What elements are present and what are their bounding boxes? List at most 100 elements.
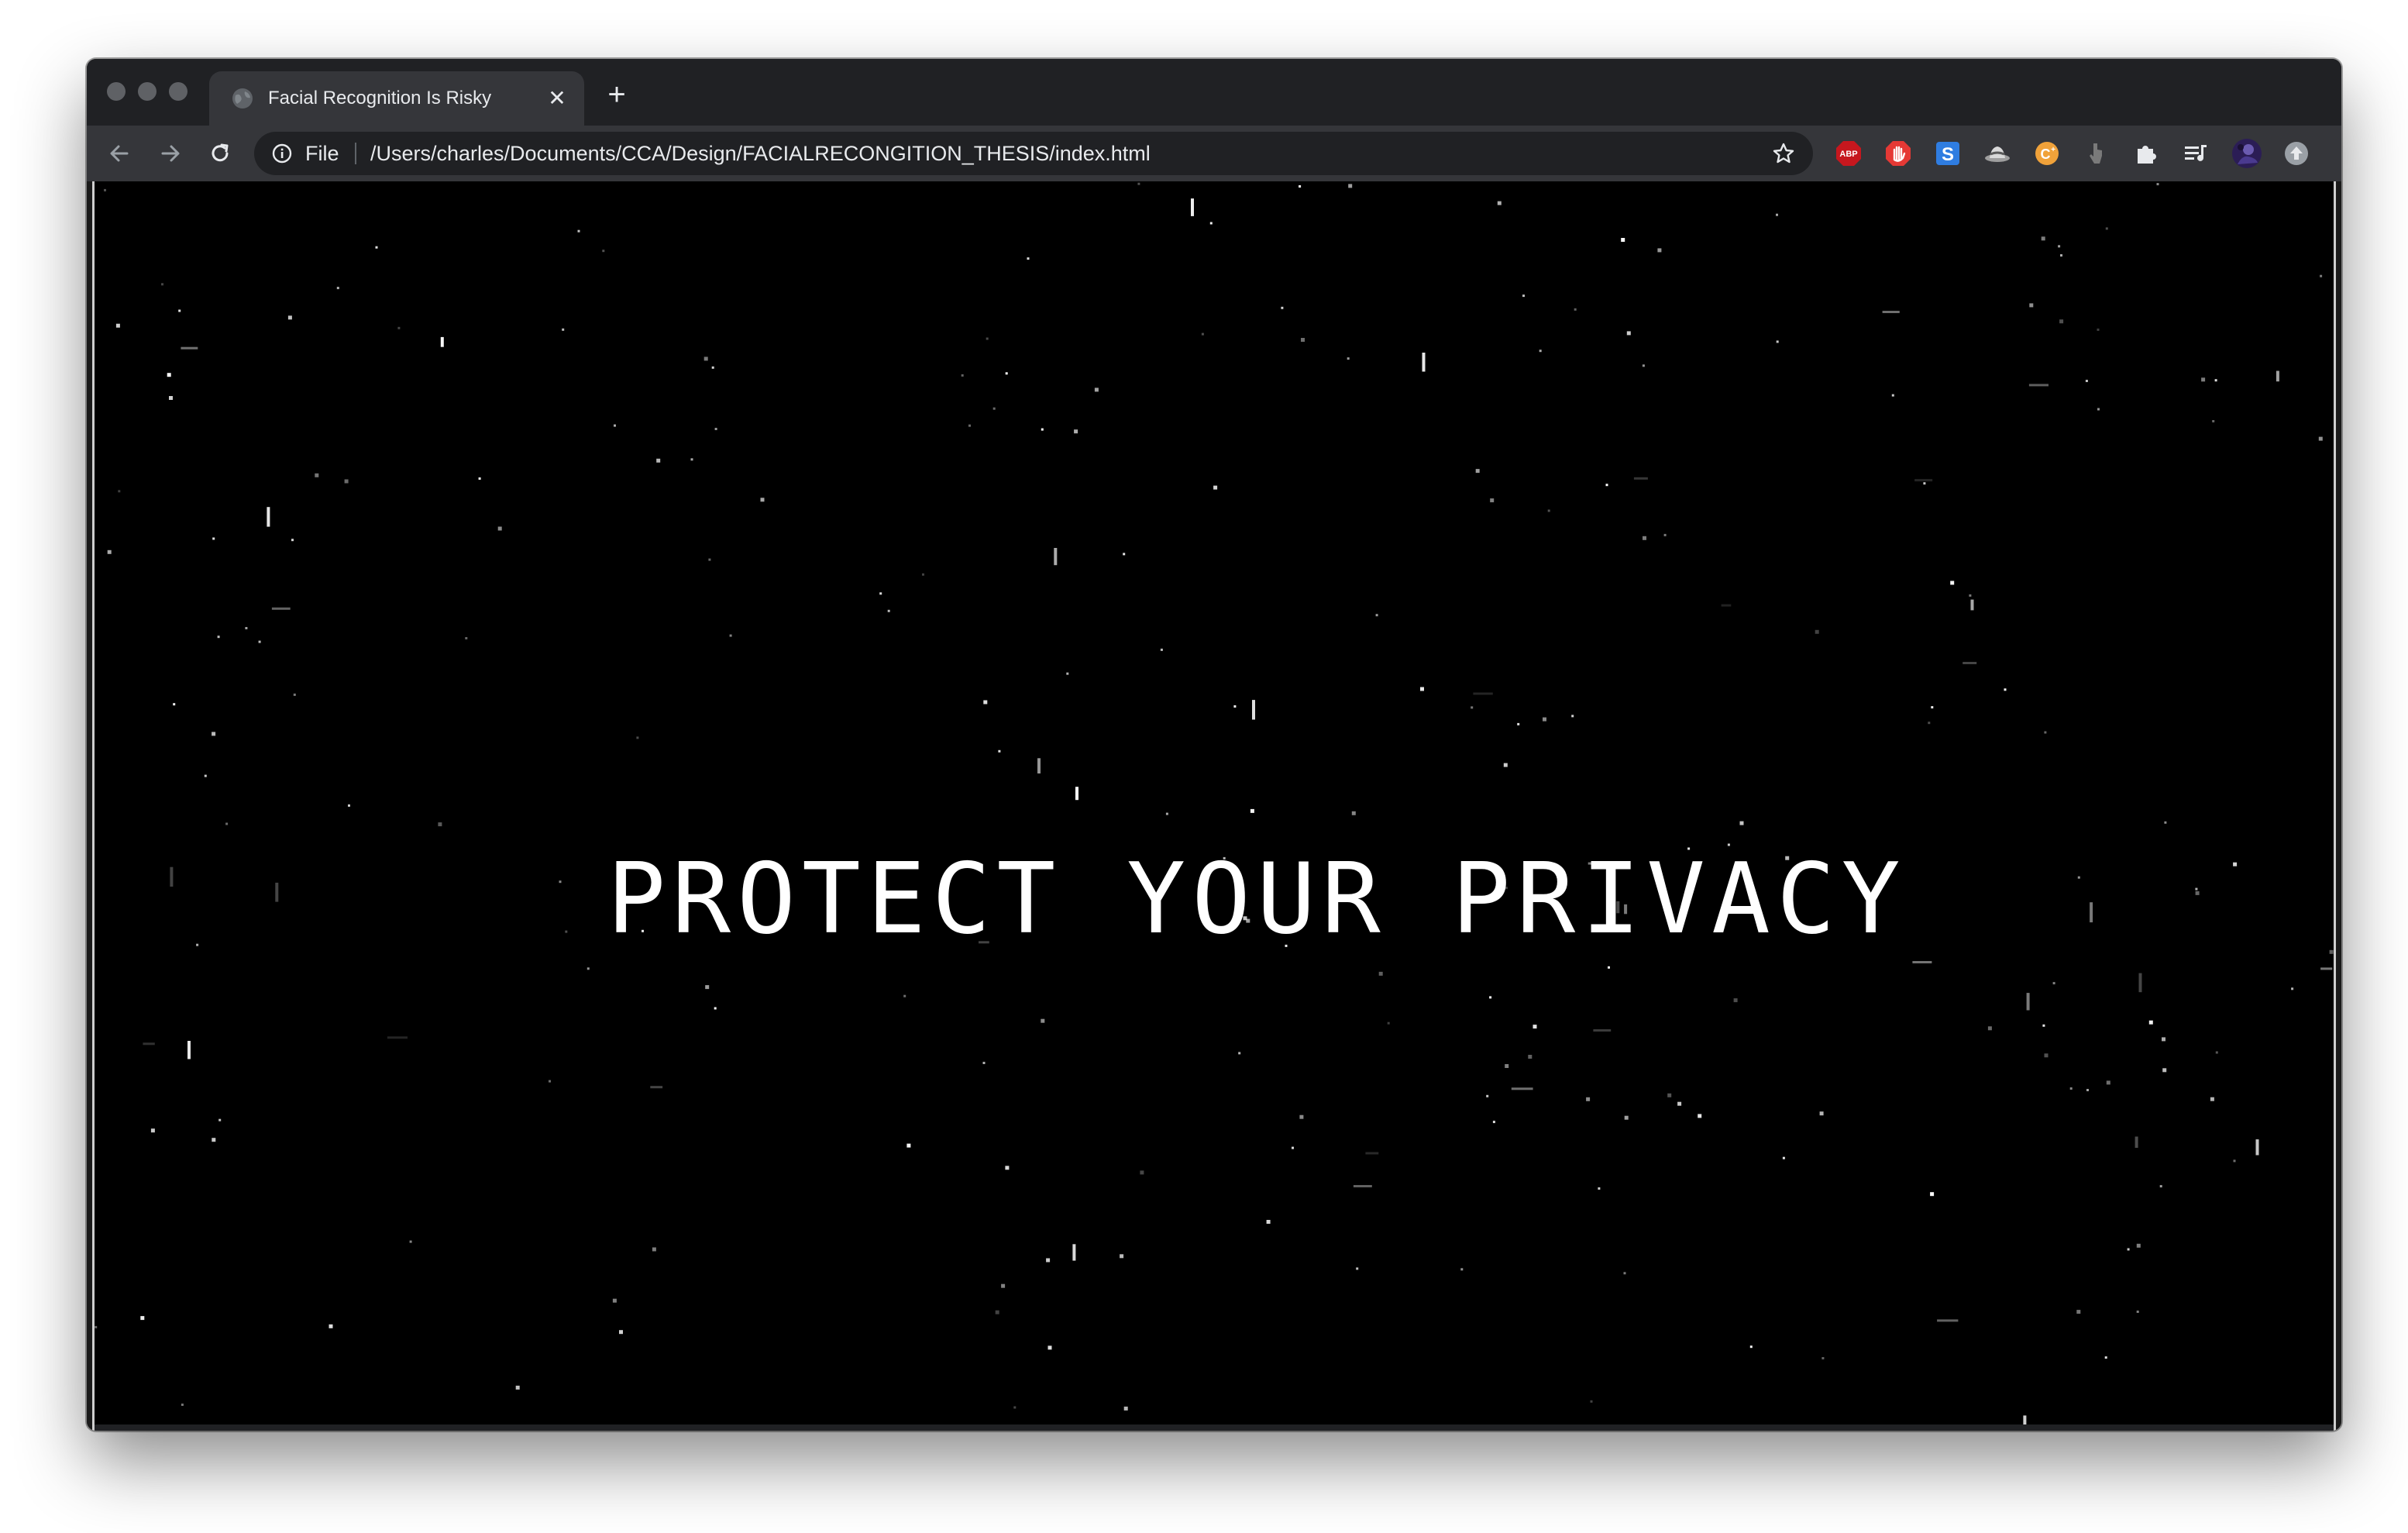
star-speck: [173, 703, 176, 706]
star-speck: [1623, 1272, 1626, 1275]
star-speck: [1739, 821, 1744, 825]
star-speck: [986, 337, 989, 340]
star-speck: [2106, 1080, 2110, 1085]
star-speck: [549, 1080, 551, 1083]
star-speck: [1598, 1187, 1601, 1190]
back-arrow-icon[interactable]: [104, 138, 135, 169]
star-speck: [1497, 201, 1502, 205]
star-speck: [2156, 183, 2159, 186]
hand-stop-icon[interactable]: [1884, 140, 1912, 167]
star-speck: [729, 634, 732, 637]
star-speck: [267, 507, 270, 527]
star-speck: [1721, 604, 1732, 607]
star-speck: [143, 1042, 155, 1046]
profile-avatar[interactable]: [2231, 138, 2262, 169]
star-speck: [879, 592, 882, 595]
star-speck: [1608, 966, 1610, 969]
star-speck: [287, 315, 292, 320]
star-speck: [1914, 479, 1933, 482]
star-speck: [2052, 982, 2055, 985]
s-extension-icon[interactable]: S: [1934, 140, 1962, 167]
star-speck: [1605, 484, 1608, 487]
star-speck: [1420, 687, 1424, 691]
star-speck: [614, 424, 616, 427]
star-speck: [1539, 350, 1542, 353]
adblock-plus-icon[interactable]: ABP: [1835, 140, 1863, 167]
page-headline: PROTECT YOUR PRIVACY: [607, 842, 1907, 956]
info-icon[interactable]: [271, 143, 293, 164]
star-speck: [1490, 498, 1495, 503]
tab-active[interactable]: Facial Recognition Is Risky ✕: [209, 71, 584, 126]
star-speck: [2136, 1243, 2141, 1248]
star-speck: [1072, 1244, 1076, 1261]
browser-window: Facial Recognition Is Risky ✕ + File /Us…: [87, 59, 2341, 1431]
star-speck: [1928, 722, 1931, 725]
star-speck: [1931, 706, 1934, 709]
star-speck: [169, 396, 173, 400]
star-speck: [2215, 1051, 2218, 1054]
reload-icon[interactable]: [205, 138, 236, 169]
puzzle-icon[interactable]: [2132, 140, 2160, 167]
star-speck: [348, 804, 350, 807]
star-speck: [906, 1143, 911, 1148]
star-speck: [2059, 319, 2064, 324]
honey-coin-icon[interactable]: C +: [2033, 140, 2061, 167]
close-tab-icon[interactable]: ✕: [544, 85, 570, 112]
star-speck: [212, 537, 215, 540]
star-speck: [293, 693, 296, 696]
svg-text:C: C: [2041, 146, 2051, 162]
star-speck: [107, 549, 112, 554]
star-speck: [1657, 248, 1662, 253]
star-speck: [1821, 1357, 1825, 1359]
star-speck: [1533, 1025, 1537, 1029]
forward-arrow-icon[interactable]: [155, 138, 186, 169]
star-speck: [178, 309, 181, 312]
star-speck: [150, 1128, 155, 1133]
star-speck: [760, 498, 765, 502]
minimize-window-button[interactable]: [138, 82, 157, 101]
star-speck: [1776, 340, 1779, 343]
star-speck: [258, 640, 261, 643]
cursor-icon[interactable]: [2083, 140, 2110, 167]
star-speck: [587, 967, 590, 970]
star-speck: [409, 1240, 412, 1243]
star-speck: [983, 700, 988, 704]
star-speck: [1698, 1114, 1702, 1118]
star-speck: [602, 250, 605, 253]
star-speck: [1075, 787, 1078, 801]
hat-icon[interactable]: [1983, 140, 2011, 167]
star-speck: [1123, 553, 1126, 556]
media-queue-icon[interactable]: [2182, 140, 2210, 167]
star-speck: [1574, 308, 1577, 311]
star-speck: [1950, 580, 1955, 585]
star-speck: [438, 822, 442, 827]
star-speck: [708, 558, 711, 561]
star-speck: [271, 607, 291, 610]
star-speck: [2029, 303, 2034, 308]
star-speck: [2097, 408, 2100, 411]
star-speck: [1590, 1400, 1593, 1403]
star-speck: [2105, 227, 2108, 230]
star-speck: [992, 407, 996, 410]
new-tab-button[interactable]: +: [600, 78, 634, 112]
close-window-button[interactable]: [107, 82, 126, 101]
star-speck: [387, 1036, 408, 1039]
star-speck: [903, 994, 906, 997]
url-text[interactable]: /Users/charles/Documents/CCA/Design/FACI…: [370, 141, 1151, 166]
star-speck: [995, 1310, 999, 1314]
star-speck: [2135, 1136, 2138, 1148]
zoom-window-button[interactable]: [169, 82, 187, 101]
bookmark-star-icon[interactable]: [1771, 141, 1796, 166]
star-speck: [1815, 629, 1819, 634]
star-speck: [1292, 1146, 1294, 1149]
star-speck: [998, 749, 1001, 753]
address-bar[interactable]: File /Users/charles/Documents/CCA/Design…: [254, 132, 1813, 175]
svg-text:+: +: [2051, 146, 2055, 154]
star-speck: [1517, 722, 1520, 725]
update-icon[interactable]: [2282, 140, 2310, 167]
star-speck: [181, 346, 198, 350]
viewport-edge-left: [87, 181, 95, 1431]
star-speck: [1969, 594, 1972, 597]
star-speck: [982, 1062, 986, 1064]
star-speck: [1937, 1319, 1959, 1322]
